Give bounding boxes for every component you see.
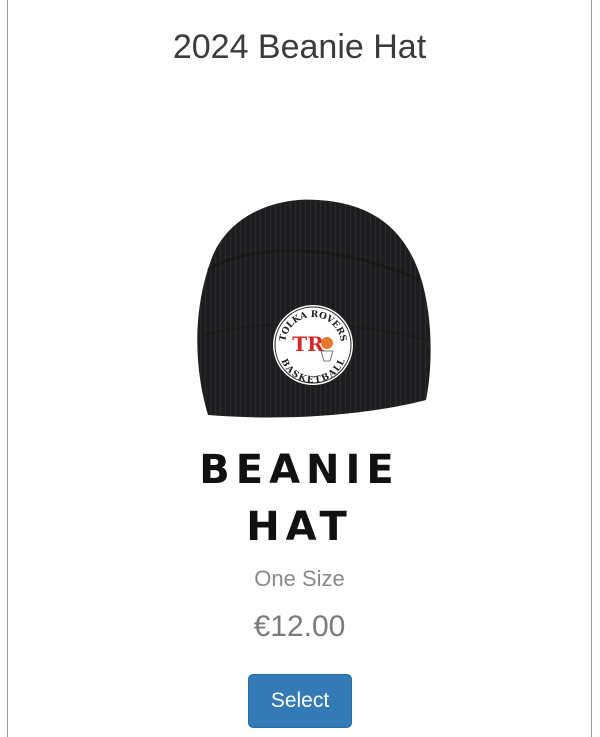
logo-monogram: TR (292, 332, 324, 356)
product-title: 2024 Beanie Hat (172, 28, 427, 66)
product-display-name-line2: HAT (246, 504, 353, 550)
product-size: One Size (254, 566, 345, 591)
product-card: 2024 Beanie Hat TOLKA ROVERS BASKETBALL … (7, 0, 592, 737)
product-price: €12.00 (253, 610, 346, 643)
product-display-name-line1: BEANIE (199, 447, 400, 493)
beanie-hat-image[interactable]: TOLKA ROVERS BASKETBALL TR (188, 195, 433, 430)
select-button[interactable]: Select (248, 674, 352, 728)
